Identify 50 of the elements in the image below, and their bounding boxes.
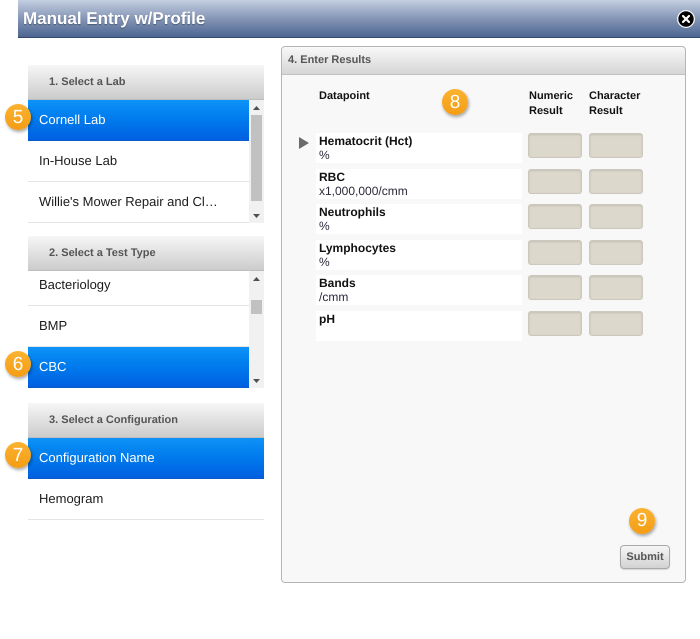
list-item[interactable]: CBC [28, 347, 249, 388]
window-title: Manual Entry w/Profile [23, 8, 206, 30]
step-callout: 7 [5, 442, 31, 468]
character-result-field[interactable] [589, 275, 643, 300]
scroll-down-icon[interactable] [253, 378, 260, 382]
panel-heading: 4. Enter Results [282, 47, 685, 75]
column-header: Datapoint [319, 89, 370, 104]
datapoint-unit: % [319, 254, 331, 268]
character-result-field[interactable] [589, 310, 643, 336]
datapoint-name: Bands [319, 276, 357, 290]
datapoint-unit: % [319, 148, 331, 162]
scroll-up-icon[interactable] [253, 106, 260, 110]
column-header: Character Result [589, 89, 642, 119]
datapoint-name: Lymphocytes [319, 240, 397, 254]
scroll-down-icon[interactable] [253, 214, 260, 218]
scrollbar[interactable] [249, 271, 264, 388]
character-result-field[interactable] [589, 240, 643, 264]
datapoint-unit: x1,000,000/cmm [319, 184, 409, 198]
character-result-field[interactable] [589, 168, 643, 194]
section-heading: 1. Select a Lab [28, 65, 264, 100]
scrollbar-thumb[interactable] [251, 115, 262, 201]
section-heading: 2. Select a Test Type [28, 236, 264, 271]
close-icon [677, 10, 695, 28]
step-callout: 9 [629, 508, 655, 534]
scrollbar[interactable] [249, 100, 264, 223]
numeric-result-field[interactable] [528, 275, 582, 300]
column-header: Numeric Result [529, 89, 574, 119]
numeric-result-field[interactable] [528, 133, 582, 158]
close-button[interactable] [677, 10, 695, 28]
scroll-up-icon[interactable] [253, 276, 260, 280]
numeric-result-field[interactable] [528, 168, 582, 194]
step-callout: 5 [5, 104, 31, 130]
datapoint-name: Hematocrit (Hct) [319, 134, 414, 148]
numeric-result-field[interactable] [528, 204, 582, 229]
section-heading: 3. Select a Configuration [28, 403, 264, 438]
numeric-result-field[interactable] [528, 310, 582, 336]
datapoint-name: Neutrophils [319, 205, 387, 219]
list-item[interactable]: Cornell Lab [28, 100, 249, 141]
numeric-result-field[interactable] [528, 240, 582, 264]
step-callout: 6 [5, 351, 31, 377]
datapoint-name: pH [319, 312, 336, 326]
submit-button[interactable]: Submit [620, 545, 670, 569]
step-callout: 8 [442, 89, 468, 115]
datapoint-unit: % [319, 219, 331, 233]
scrollbar-thumb[interactable] [251, 300, 262, 314]
datapoint-unit: /cmm [319, 290, 350, 304]
character-result-field[interactable] [589, 204, 643, 229]
datapoint-name: RBC [319, 170, 346, 184]
character-result-field[interactable] [589, 133, 643, 158]
list-item[interactable]: Configuration Name [28, 438, 264, 479]
